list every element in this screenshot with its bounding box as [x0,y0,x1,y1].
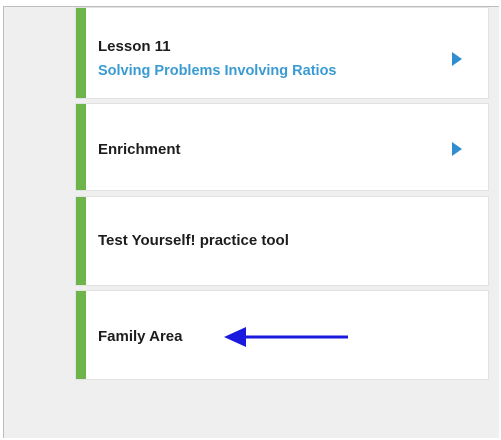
family-area-title: Family Area [98,328,183,345]
left-arrow-icon [224,327,348,347]
lesson-11-card[interactable]: Lesson 11 Solving Problems Involving Rat… [76,8,488,98]
enrichment-card[interactable]: Enrichment [76,104,488,190]
lesson-subtitle-link[interactable]: Solving Problems Involving Ratios [98,63,337,79]
chevron-right-icon[interactable] [452,52,462,66]
test-yourself-title: Test Yourself! practice tool [98,232,289,249]
enrichment-title: Enrichment [98,141,181,158]
lesson-title: Lesson 11 [98,38,171,55]
chevron-right-icon[interactable] [452,142,462,156]
test-yourself-card[interactable]: Test Yourself! practice tool [76,197,488,285]
